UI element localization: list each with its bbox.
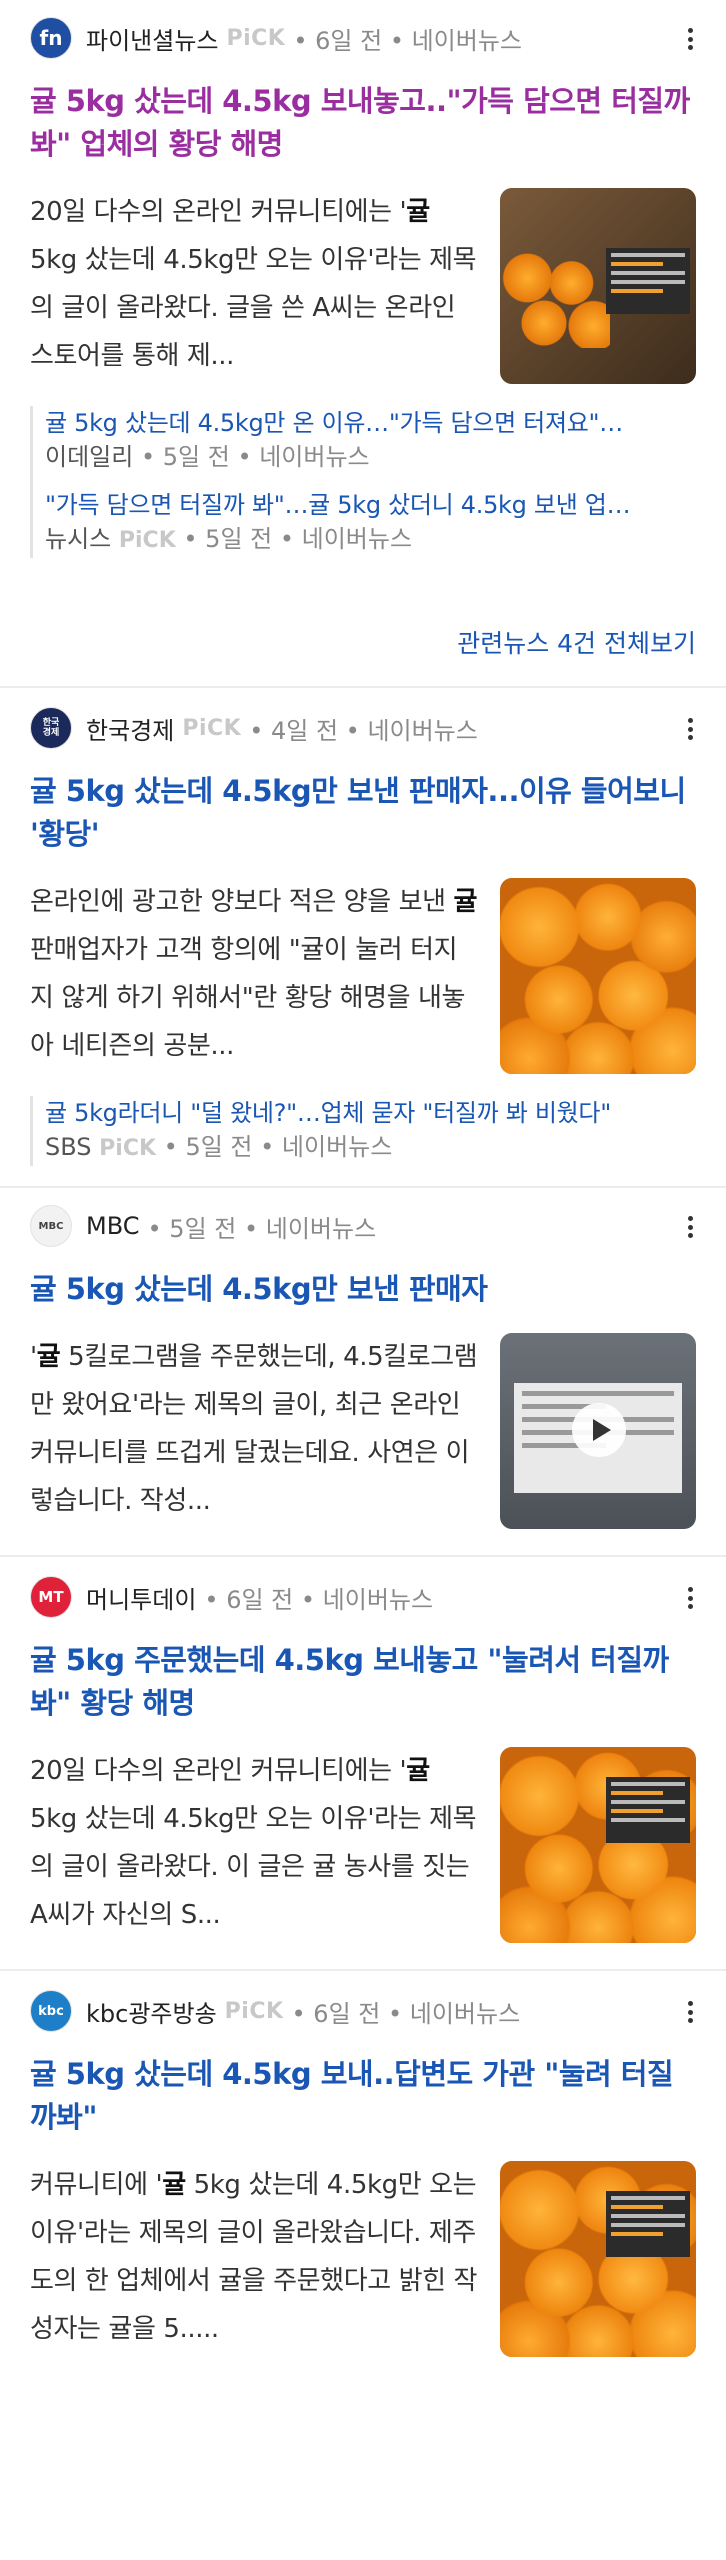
see-all-related-link[interactable]: 관련뉴스 4건 전체보기 <box>30 598 696 686</box>
article-meta: • 6일 전 • 네이버뉴스 <box>293 26 523 55</box>
article-headline[interactable]: 귤 5kg 샀는데 4.5kg만 보낸 판매자 <box>30 1268 696 1311</box>
related-title[interactable]: "가득 담으면 터질까 봐"…귤 5kg 샀더니 4.5kg 보낸 업… <box>45 488 696 522</box>
video-thumbnail[interactable] <box>500 1333 696 1529</box>
article-body: '귤 5킬로그램을 주문했는데, 4.5킬로그램만 왔어요'라는 제목의 글이,… <box>30 1333 696 1529</box>
article-meta: • 6일 전 • 네이버뉴스 <box>204 1585 434 1614</box>
related-press: 이데일리 <box>45 443 134 471</box>
press-name[interactable]: 파이낸셜뉴스 <box>86 21 218 56</box>
press-row: MT 머니투데이 • 6일 전 • 네이버뉴스 <box>30 1576 696 1618</box>
press-row: kbc kbc광주방송 PiCK • 6일 전 • 네이버뉴스 <box>30 1990 696 2032</box>
press-logo[interactable]: fn <box>30 17 72 59</box>
article-summary[interactable]: 20일 다수의 온라인 커뮤니티에는 '귤 5kg 샀는데 4.5kg만 오는 … <box>30 1747 480 1939</box>
article-body: 커뮤니티에 '귤 5kg 샀는데 4.5kg만 오는 이유'라는 제목의 글이 … <box>30 2161 696 2357</box>
press-name[interactable]: 한국경제 <box>86 711 174 746</box>
article-headline[interactable]: 귤 5kg 주문했는데 4.5kg 보내놓고 "눌려서 터질까봐" 황당 해명 <box>30 1639 696 1725</box>
pick-badge: PiCK <box>226 25 286 51</box>
pick-badge: PiCK <box>224 1998 284 2024</box>
pick-badge: PiCK <box>182 715 242 741</box>
news-article: fn 파이낸셜뉴스 PiCK • 6일 전 • 네이버뉴스 귤 5kg 샀는데 … <box>0 0 726 688</box>
press-logo-text: fn <box>39 26 63 50</box>
article-thumbnail[interactable] <box>500 878 696 1074</box>
more-options-icon[interactable] <box>680 714 700 744</box>
press-name[interactable]: MBC <box>86 1212 140 1240</box>
related-item[interactable]: 귤 5kg라더니 "덜 왔네?"…업체 묻자 "터질까 봐 비웠다" SBS P… <box>45 1096 696 1166</box>
article-headline[interactable]: 귤 5kg 샀는데 4.5kg 보내..답변도 가관 "눌려 터질까봐" <box>30 2053 696 2139</box>
press-row: MBC MBC • 5일 전 • 네이버뉴스 <box>30 1205 696 1247</box>
article-body: 온라인에 광고한 양보다 적은 양을 보낸 귤 판매업자가 고객 항의에 "귤이… <box>30 878 696 1074</box>
article-thumbnail[interactable] <box>500 2161 696 2357</box>
press-name[interactable]: kbc광주방송 <box>86 1994 217 2029</box>
article-meta: • 4일 전 • 네이버뉴스 <box>249 716 478 745</box>
press-logo-text: kbc <box>38 2003 64 2019</box>
press-logo[interactable]: MBC <box>30 1205 72 1247</box>
related-news: 귤 5kg라더니 "덜 왔네?"…업체 묻자 "터질까 봐 비웠다" SBS P… <box>30 1096 696 1166</box>
news-feed: fn 파이낸셜뉴스 PiCK • 6일 전 • 네이버뉴스 귤 5kg 샀는데 … <box>0 0 726 2383</box>
related-press: 뉴시스 <box>45 525 112 553</box>
play-icon[interactable] <box>572 1403 626 1457</box>
article-meta: • 6일 전 • 네이버뉴스 <box>291 1999 521 2028</box>
article-summary[interactable]: 커뮤니티에 '귤 5kg 샀는데 4.5kg만 오는 이유'라는 제목의 글이 … <box>30 2161 480 2353</box>
related-meta: • 5일 전 • 네이버뉴스 <box>183 525 413 553</box>
related-meta: • 5일 전 • 네이버뉴스 <box>163 1133 393 1161</box>
article-summary[interactable]: '귤 5킬로그램을 주문했는데, 4.5킬로그램만 왔어요'라는 제목의 글이,… <box>30 1333 480 1525</box>
press-logo[interactable]: 한국경제 <box>30 707 72 749</box>
related-item[interactable]: "가득 담으면 터질까 봐"…귤 5kg 샀더니 4.5kg 보낸 업… 뉴시스… <box>45 488 696 558</box>
article-headline[interactable]: 귤 5kg 샀는데 4.5kg 보내놓고.."가득 담으면 터질까봐" 업체의 … <box>30 80 696 166</box>
related-news: 귤 5kg 샀는데 4.5kg만 온 이유…"가득 담으면 터져요"… 이데일리… <box>30 406 696 558</box>
press-row: fn 파이낸셜뉴스 PiCK • 6일 전 • 네이버뉴스 <box>30 17 696 59</box>
news-article: MT 머니투데이 • 6일 전 • 네이버뉴스 귤 5kg 주문했는데 4.5k… <box>0 1557 726 1971</box>
pick-badge: PiCK <box>118 528 176 553</box>
related-press: SBS <box>45 1133 92 1161</box>
related-title[interactable]: 귤 5kg라더니 "덜 왔네?"…업체 묻자 "터질까 봐 비웠다" <box>45 1096 696 1130</box>
related-item[interactable]: 귤 5kg 샀는데 4.5kg만 온 이유…"가득 담으면 터져요"… 이데일리… <box>45 406 696 474</box>
related-title[interactable]: 귤 5kg 샀는데 4.5kg만 온 이유…"가득 담으면 터져요"… <box>45 406 696 440</box>
article-thumbnail[interactable] <box>500 1747 696 1943</box>
article-summary[interactable]: 20일 다수의 온라인 커뮤니티에는 '귤 5kg 샀는데 4.5kg만 오는 … <box>30 188 480 380</box>
more-options-icon[interactable] <box>680 1212 700 1242</box>
news-article: MBC MBC • 5일 전 • 네이버뉴스 귤 5kg 샀는데 4.5kg만 … <box>0 1188 726 1557</box>
pick-badge: PiCK <box>99 1136 157 1161</box>
press-logo[interactable]: kbc <box>30 1990 72 2032</box>
press-name[interactable]: 머니투데이 <box>86 1580 196 1615</box>
more-options-icon[interactable] <box>680 1997 700 2027</box>
press-logo-text: 한국경제 <box>42 718 60 738</box>
related-meta: • 5일 전 • 네이버뉴스 <box>140 443 370 471</box>
press-logo-text: MT <box>38 1588 64 1606</box>
more-options-icon[interactable] <box>680 24 700 54</box>
news-article: 한국경제 한국경제 PiCK • 4일 전 • 네이버뉴스 귤 5kg 샀는데 … <box>0 688 726 1188</box>
article-body: 20일 다수의 온라인 커뮤니티에는 '귤 5kg 샀는데 4.5kg만 오는 … <box>30 188 696 384</box>
article-headline[interactable]: 귤 5kg 샀는데 4.5kg만 보낸 판매자...이유 들어보니 '황당' <box>30 770 696 856</box>
more-options-icon[interactable] <box>680 1583 700 1613</box>
article-body: 20일 다수의 온라인 커뮤니티에는 '귤 5kg 샀는데 4.5kg만 오는 … <box>30 1747 696 1943</box>
article-meta: • 5일 전 • 네이버뉴스 <box>147 1214 377 1243</box>
press-logo[interactable]: MT <box>30 1576 72 1618</box>
press-logo-text: MBC <box>38 1220 64 1232</box>
article-summary[interactable]: 온라인에 광고한 양보다 적은 양을 보낸 귤 판매업자가 고객 항의에 "귤이… <box>30 878 480 1070</box>
article-thumbnail[interactable] <box>500 188 696 384</box>
press-row: 한국경제 한국경제 PiCK • 4일 전 • 네이버뉴스 <box>30 707 696 749</box>
news-article: kbc kbc광주방송 PiCK • 6일 전 • 네이버뉴스 귤 5kg 샀는… <box>0 1971 726 2383</box>
